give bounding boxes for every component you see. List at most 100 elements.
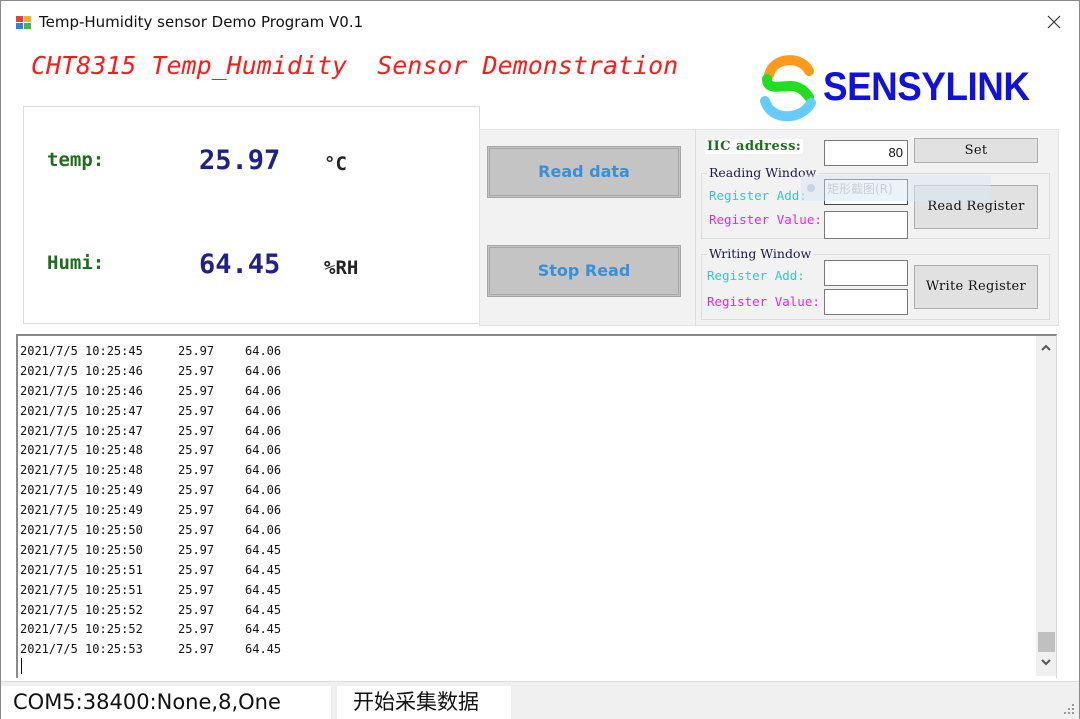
- logo-text: SENSYLINK: [823, 65, 1030, 109]
- log-time: 2021/7/5 10:25:50: [20, 523, 143, 538]
- dot-icon: [807, 184, 815, 192]
- temp-value: 25.97: [199, 145, 281, 176]
- log-humi: 64.06: [245, 383, 282, 398]
- log-temp: 25.97: [178, 542, 215, 557]
- log-row: 2021/7/5 10:25:46 25.97 64.06: [20, 362, 281, 382]
- resize-grip-icon[interactable]: [1063, 703, 1075, 715]
- read-register-value-input[interactable]: [824, 211, 908, 239]
- log-humi: 64.45: [245, 622, 282, 637]
- log-time: 2021/7/5 10:25:52: [20, 622, 143, 637]
- log-time: 2021/7/5 10:25:45: [20, 344, 143, 358]
- close-button[interactable]: [1039, 9, 1069, 37]
- log-row: 2021/7/5 10:25:52 25.97 64.45: [20, 620, 281, 640]
- log-temp: 25.97: [178, 523, 215, 538]
- chevron-up-icon: [1041, 344, 1051, 351]
- log-time: 2021/7/5 10:25:49: [20, 483, 143, 498]
- log-temp: 25.97: [178, 463, 215, 478]
- log-row: 2021/7/5 10:25:49 25.97 64.06: [20, 501, 281, 521]
- log-time: 2021/7/5 10:25:49: [20, 503, 143, 518]
- humi-label: Humi:: [47, 252, 105, 274]
- write-register-value-input[interactable]: [824, 289, 908, 315]
- scrollbar-thumb[interactable]: [1038, 632, 1055, 652]
- log-time: 2021/7/5 10:25:53: [20, 642, 143, 657]
- log-time: 2021/7/5 10:25:52: [20, 602, 143, 617]
- log-temp: 25.97: [178, 423, 215, 438]
- log-time: 2021/7/5 10:25:48: [20, 443, 143, 458]
- log-temp: 25.97: [178, 642, 215, 657]
- window-title: Temp-Humidity sensor Demo Program V0.1: [39, 13, 364, 31]
- log-time: 2021/7/5 10:25:51: [20, 562, 143, 577]
- readout-panel: temp: 25.97 °C Humi: 64.45 %RH: [23, 106, 480, 324]
- vertical-scrollbar[interactable]: [1036, 336, 1056, 676]
- log-time: 2021/7/5 10:25:46: [20, 383, 143, 398]
- log-time: 2021/7/5 10:25:47: [20, 423, 143, 438]
- log-temp: 25.97: [178, 363, 215, 378]
- chevron-down-icon: [1041, 659, 1051, 666]
- humi-value: 64.45: [199, 249, 281, 280]
- write-register-button[interactable]: Write Register: [914, 265, 1038, 309]
- log-time: 2021/7/5 10:25:48: [20, 463, 143, 478]
- log-humi: 64.45: [245, 642, 282, 657]
- screenshot-tooltip-overlay: 矩形截图(R): [801, 175, 991, 201]
- title-bar: Temp-Humidity sensor Demo Program V0.1: [1, 1, 1079, 41]
- write-register-value-label: Register Value:: [707, 294, 820, 309]
- log-row: 2021/7/5 10:25:50 25.97 64.45: [20, 541, 281, 561]
- log-row: 2021/7/5 10:25:48 25.97 64.06: [20, 461, 281, 481]
- log-temp: 25.97: [178, 582, 215, 597]
- log-humi: 64.45: [245, 562, 282, 577]
- log-humi: 64.06: [245, 363, 282, 378]
- app-icon: [16, 16, 32, 30]
- set-button[interactable]: Set: [914, 138, 1038, 163]
- log-row: 2021/7/5 10:25:50 25.97 64.06: [20, 521, 281, 541]
- temp-label: temp:: [47, 149, 105, 171]
- log-temp: 25.97: [178, 383, 215, 398]
- log-humi: 64.06: [245, 463, 282, 478]
- read-register-add-label: Register Add:: [709, 188, 807, 203]
- read-data-button[interactable]: Read data: [487, 146, 681, 198]
- log-humi: 64.45: [245, 602, 282, 617]
- log-row: 2021/7/5 10:25:53 25.97 64.45: [20, 640, 281, 660]
- app-heading: CHT8315 Temp_Humidity Sensor Demonstrati…: [31, 51, 679, 80]
- log-humi: 64.06: [245, 523, 282, 538]
- log-time: 2021/7/5 10:25:51: [20, 582, 143, 597]
- write-register-add-input[interactable]: [824, 260, 908, 286]
- log-temp: 25.97: [178, 622, 215, 637]
- log-humi: 64.06: [245, 443, 282, 458]
- sensylink-logo: SENSYLINK: [757, 53, 1047, 123]
- log-row: 2021/7/5 10:25:51 25.97 64.45: [20, 561, 281, 581]
- log-row: 2021/7/5 10:25:47 25.97 64.06: [20, 422, 281, 442]
- log-row: 2021/7/5 10:25:47 25.97 64.06: [20, 402, 281, 422]
- log-humi: 64.06: [245, 403, 282, 418]
- status-message: 开始采集数据: [337, 686, 511, 719]
- temp-unit: °C: [324, 153, 347, 175]
- log-temp: 25.97: [178, 403, 215, 418]
- log-time: 2021/7/5 10:25:46: [20, 363, 143, 378]
- log-row: 2021/7/5 10:25:52 25.97 64.45: [20, 601, 281, 621]
- log-row: 2021/7/5 10:25:46 25.97 64.06: [20, 382, 281, 402]
- log-temp: 25.97: [178, 483, 215, 498]
- humi-unit: %RH: [324, 257, 359, 279]
- scroll-down-button[interactable]: [1036, 652, 1056, 672]
- stop-read-button[interactable]: Stop Read: [487, 245, 681, 297]
- data-log-textbox[interactable]: 2021/7/5 10:25:45 25.97 64.06 2021/7/5 10:2…: [16, 334, 1057, 678]
- log-humi: 64.45: [245, 542, 282, 557]
- log-row: 2021/7/5 10:25:48 25.97 64.06: [20, 441, 281, 461]
- log-time: 2021/7/5 10:25:47: [20, 403, 143, 418]
- app-window: Temp-Humidity sensor Demo Program V0.1 C…: [0, 0, 1080, 719]
- iic-address-input[interactable]: 80: [824, 140, 908, 166]
- writing-window-title: Writing Window: [707, 246, 814, 261]
- text-caret: [21, 658, 22, 674]
- log-row: 2021/7/5 10:25:51 25.97 64.45: [20, 581, 281, 601]
- log-humi: 64.06: [245, 483, 282, 498]
- log-humi: 64.06: [245, 503, 282, 518]
- log-lines: 2021/7/5 10:25:45 25.97 64.06 2021/7/5 10:2…: [20, 342, 281, 660]
- logo-mark-icon: [760, 55, 816, 122]
- log-temp: 25.97: [178, 503, 215, 518]
- log-row: 2021/7/5 10:25:45 25.97 64.06: [20, 342, 281, 362]
- log-time: 2021/7/5 10:25:50: [20, 542, 143, 557]
- close-icon: [1047, 15, 1061, 29]
- scroll-up-button[interactable]: [1036, 338, 1056, 358]
- log-temp: 25.97: [178, 602, 215, 617]
- log-row: 2021/7/5 10:25:49 25.97 64.06: [20, 481, 281, 501]
- iic-address-label: IIC address:: [705, 139, 804, 154]
